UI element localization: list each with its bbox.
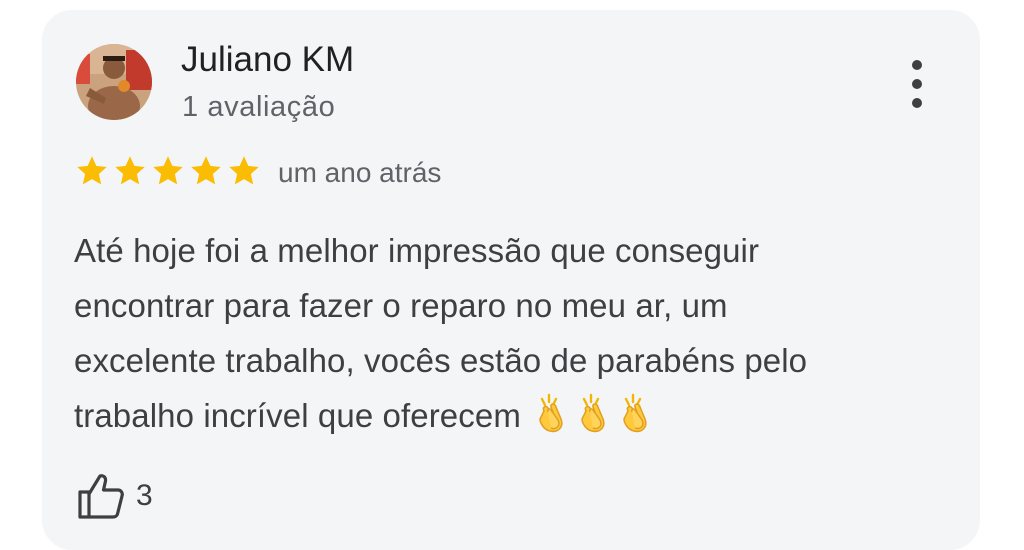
clapping-hands-icon bbox=[623, 393, 647, 433]
clapping-hands-icon bbox=[539, 393, 563, 433]
clapping-hands-icon bbox=[581, 393, 605, 433]
star-icon bbox=[77, 156, 107, 185]
more-vert-icon-dot bbox=[912, 98, 922, 108]
review-text-line: excelente trabalho, vocês estão de parab… bbox=[74, 342, 808, 379]
like-count: 3 bbox=[136, 479, 153, 512]
emoji-group bbox=[530, 388, 656, 443]
review-date: um ano atrás bbox=[278, 157, 442, 188]
star-icon bbox=[229, 156, 259, 185]
avatar[interactable] bbox=[76, 44, 152, 120]
review-text-line-last: trabalho incrível que oferecem bbox=[74, 388, 934, 443]
more-vert-icon-dot bbox=[912, 79, 922, 89]
review-text-line: encontrar para fazer o reparo no meu ar,… bbox=[74, 287, 728, 324]
star-icon bbox=[115, 156, 145, 185]
like-button[interactable]: 3 bbox=[76, 472, 153, 520]
author-review-count: 1 avaliação bbox=[182, 91, 336, 123]
thumb-up-outline-icon bbox=[78, 474, 124, 519]
review-text-line: Até hoje foi a melhor impressão que cons… bbox=[74, 232, 760, 269]
review-text: Até hoje foi a melhor impressão que cons… bbox=[74, 223, 934, 443]
more-vert-icon bbox=[912, 60, 922, 70]
star-rating bbox=[74, 153, 262, 189]
author-name[interactable]: Juliano KM bbox=[181, 40, 354, 80]
avatar-image bbox=[76, 44, 152, 120]
star-icon bbox=[191, 156, 221, 185]
more-options-button[interactable] bbox=[900, 56, 936, 112]
review-text-line: trabalho incrível que oferecem bbox=[74, 397, 521, 434]
star-icon bbox=[153, 156, 183, 185]
review-card: Juliano KM 1 avaliação um ano atrás Até … bbox=[42, 10, 980, 550]
